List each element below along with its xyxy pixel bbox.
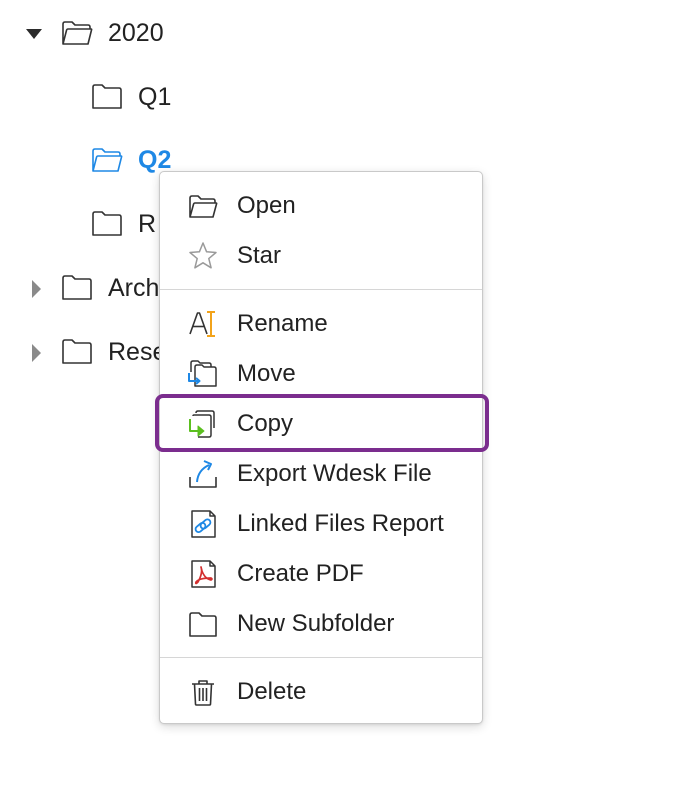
menu-item-move[interactable]: Move [160,349,482,399]
menu-item-label: Open [237,192,296,219]
menu-divider [160,289,482,290]
export-icon [187,458,219,490]
tree-item-label: Q1 [138,83,172,111]
folder-open-icon [187,190,219,222]
pdf-icon [187,558,219,590]
caret-right-icon[interactable] [26,343,46,363]
menu-item-open[interactable]: Open [160,181,482,231]
menu-item-delete[interactable]: Delete [160,667,482,717]
caret-right-icon[interactable] [26,279,46,299]
menu-item-rename[interactable]: Rename [160,299,482,349]
copy-icon [187,408,219,440]
menu-item-label: Linked Files Report [237,510,444,537]
tree-item-label: Rese [108,338,167,366]
menu-item-label: Copy [237,410,294,437]
menu-divider [160,657,482,658]
rename-icon [187,308,219,340]
move-folder-icon [187,358,219,390]
menu-item-label: Move [237,360,296,387]
menu-item-label: Delete [237,678,307,705]
folder-icon [91,83,123,111]
menu-item-copy[interactable]: Copy [160,399,482,449]
folder-open-icon [91,146,123,174]
menu-item-export-wdesk-file[interactable]: Export Wdesk File [160,449,482,499]
folder-icon [91,210,123,238]
menu-item-label: Star [237,242,282,269]
tree-item-label: 2020 [108,19,164,47]
folder-icon [187,608,219,640]
folder-icon [61,274,93,302]
menu-item-label: Export Wdesk File [237,460,432,487]
menu-item-label: Rename [237,310,328,337]
menu-item-label: New Subfolder [237,610,395,637]
folder-open-icon [61,19,93,47]
tree-item-label: R [138,210,157,238]
caret-down-icon[interactable] [24,24,44,44]
menu-item-label: Create PDF [237,560,364,587]
star-icon [187,240,219,272]
menu-item-star[interactable]: Star [160,231,482,281]
menu-item-create-pdf[interactable]: Create PDF [160,549,482,599]
linked-files-icon [187,508,219,540]
tree-item-label: Arch [108,274,160,302]
menu-item-linked-files-report[interactable]: Linked Files Report [160,499,482,549]
folder-icon [61,338,93,366]
trash-icon [187,676,219,708]
menu-item-new-subfolder[interactable]: New Subfolder [160,599,482,649]
context-menu: Open Star Rename Move Copy Export Wdesk … [159,171,483,724]
